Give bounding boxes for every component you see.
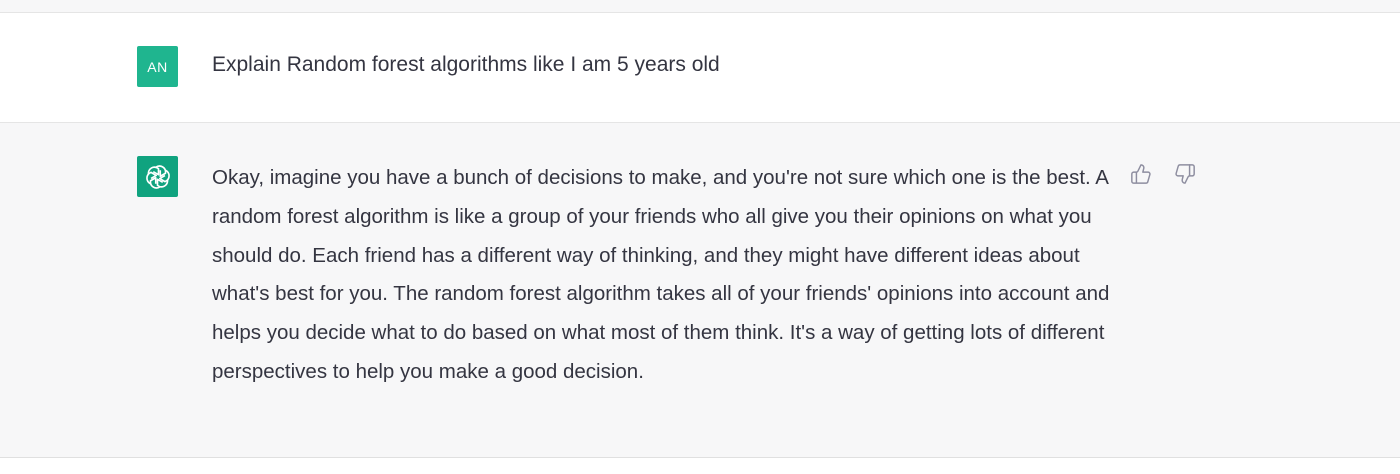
- openai-logo-icon: [145, 164, 170, 189]
- thumbs-up-icon: [1131, 164, 1151, 184]
- user-message-row: AN Explain Random forest algorithms like…: [0, 13, 1400, 123]
- assistant-avatar: [137, 156, 178, 197]
- assistant-message-row: Okay, imagine you have a bunch of decisi…: [0, 123, 1400, 458]
- thumbs-down-button[interactable]: [1172, 161, 1198, 187]
- chat-page: AN Explain Random forest algorithms like…: [0, 0, 1400, 474]
- thumbs-up-button[interactable]: [1128, 161, 1154, 187]
- user-avatar-initials: AN: [147, 58, 168, 75]
- bottom-area: [0, 458, 1400, 474]
- top-divider: [0, 0, 1400, 13]
- assistant-message-text: Okay, imagine you have a bunch of decisi…: [212, 166, 1110, 383]
- feedback-buttons: [1128, 161, 1198, 187]
- user-avatar: AN: [137, 46, 178, 87]
- user-message-text: Explain Random forest algorithms like I …: [212, 53, 720, 76]
- thumbs-down-icon: [1175, 164, 1195, 184]
